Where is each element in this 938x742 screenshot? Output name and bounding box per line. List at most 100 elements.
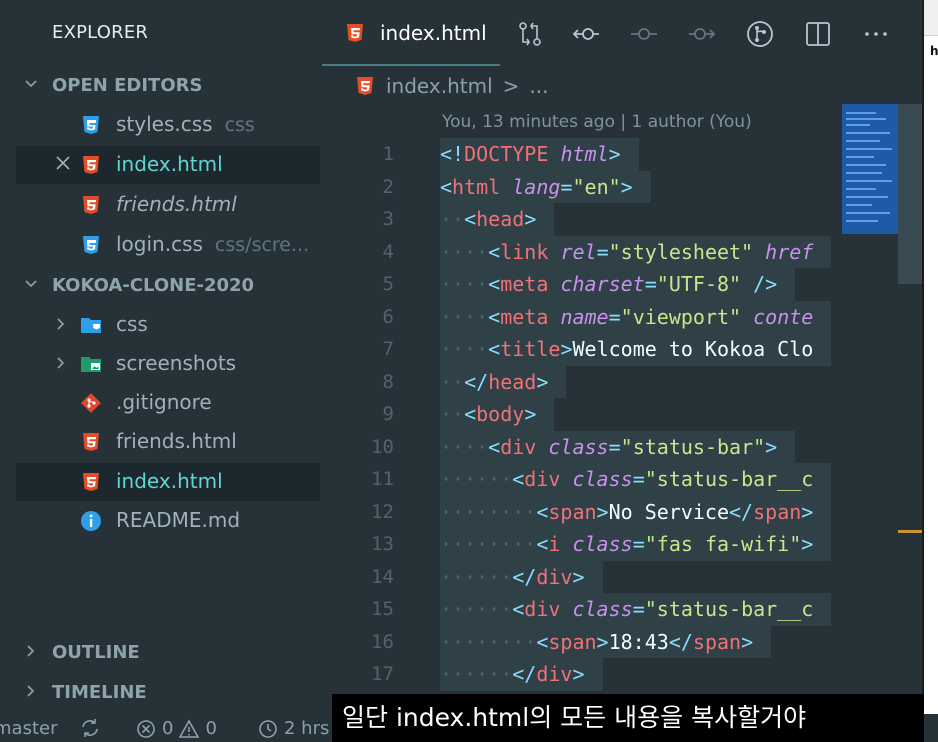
html5-icon [83, 156, 99, 174]
outline-header[interactable]: OUTLINE [24, 637, 140, 667]
code-line[interactable]: ··</head> [440, 365, 840, 398]
open-editors-header[interactable]: OPEN EDITORS [24, 70, 202, 100]
project-header[interactable]: KOKOA-CLONE-2020 [24, 270, 254, 300]
code-line[interactable]: ······</div> [440, 658, 840, 691]
html5-icon [347, 24, 363, 42]
close-icon[interactable] [54, 154, 72, 172]
sync-button[interactable] [80, 718, 100, 738]
error-icon [137, 719, 155, 738]
tree-item-name: .gitignore [116, 390, 212, 414]
chevron-right-icon [57, 318, 65, 330]
tree-item-gitignore[interactable]: .gitignore [16, 384, 320, 422]
info-icon [81, 511, 101, 531]
code-line[interactable]: ········<span>18:43</span> [440, 625, 840, 658]
code-line[interactable]: ··<body> [440, 398, 840, 431]
code-line[interactable]: ····<meta charset="UTF-8" /> [440, 268, 840, 301]
line-number: 14 [371, 565, 394, 588]
branch-name: master [0, 718, 58, 739]
code-line[interactable]: ········<span>No Service</span> [440, 495, 840, 528]
error-count: 0 [162, 718, 174, 739]
tree-item-screenshots[interactable]: screenshots [16, 345, 320, 383]
breadcrumb[interactable]: index.html > ... [354, 74, 548, 98]
branch-indicator[interactable]: master [0, 718, 57, 739]
breadcrumb-separator: > [502, 74, 520, 98]
line-number: 13 [371, 533, 394, 555]
outline-label: OUTLINE [52, 641, 140, 663]
line-number: 4 [382, 240, 394, 263]
open-editor-desc: css [224, 114, 255, 136]
split-editor-icon[interactable] [804, 20, 832, 48]
tree-item-friends-html[interactable]: friends.html [16, 423, 320, 461]
more-actions-icon[interactable] [862, 20, 890, 48]
open-editor-item-friends-html[interactable]: friends.html [16, 186, 320, 224]
line-number: 5 [382, 273, 394, 295]
line-number: 8 [382, 370, 394, 393]
open-editor-name: login.css [116, 232, 203, 256]
tab-index-html[interactable]: index.html [322, 0, 500, 66]
line-number: 12 [371, 500, 394, 523]
sync-icon [82, 719, 98, 737]
breadcrumb-more[interactable]: ... [529, 74, 548, 98]
git-history-indicator[interactable]: 2 hrs [258, 718, 329, 739]
background-window[interactable]: he [922, 0, 938, 714]
problems-indicator[interactable]: 0 0 [136, 718, 217, 739]
timeline-header[interactable]: TIMELINE [24, 677, 147, 707]
code-content[interactable]: <!DOCTYPE html> <html lang="en"> ··<head… [440, 138, 840, 698]
code-line[interactable]: ····<link rel="stylesheet" href [440, 235, 840, 268]
git-icon [81, 393, 101, 413]
open-editor-name: index.html [116, 152, 223, 176]
open-editor-name: friends.html [116, 192, 237, 216]
code-line[interactable]: ······<div class="status-bar__c [440, 593, 840, 626]
open-editor-item-index-html[interactable]: index.html [16, 146, 320, 184]
code-line[interactable]: ····<title>Welcome to Kokoa Clo [440, 333, 840, 366]
line-number-gutter: 1 2 3 4 5 6 7 8 9 10 11 12 13 14 15 16 17 [322, 138, 394, 691]
code-line[interactable]: ····<meta name="viewport" conte [440, 300, 840, 333]
open-changes-icon[interactable] [516, 20, 544, 48]
background-window-text: he [930, 44, 938, 58]
code-line[interactable]: ··<head> [440, 203, 840, 236]
folder-css-icon [81, 318, 101, 333]
code-line[interactable]: <html lang="en"> [440, 170, 840, 203]
open-editors-label: OPEN EDITORS [52, 74, 203, 96]
open-editor-item-styles-css[interactable]: styles.css css [16, 106, 320, 144]
chevron-right-icon [24, 682, 52, 703]
tree-item-css[interactable]: css [16, 306, 320, 344]
code-line[interactable]: <!DOCTYPE html> [440, 138, 840, 171]
tree-item-readme[interactable]: README.md [16, 502, 320, 540]
git-blame-annotation[interactable]: You, 13 minutes ago | 1 author (You) [442, 112, 752, 132]
open-editor-item-login-css[interactable]: login.css css/scre... [16, 226, 320, 264]
code-line[interactable]: ········<i class="fas fa-wifi"> [440, 528, 840, 561]
tree-item-index-html[interactable]: index.html [16, 463, 320, 501]
breadcrumb-file[interactable]: index.html [386, 74, 493, 98]
line-number: 2 [382, 175, 394, 198]
line-number: 15 [371, 598, 394, 620]
background-window-titlebar [924, 0, 938, 36]
tab-label: index.html [380, 21, 487, 45]
history-time: 2 hrs [284, 718, 330, 739]
scrollbar-change-marker [898, 530, 922, 533]
tree-item-name: screenshots [116, 351, 237, 375]
line-number: 10 [371, 435, 394, 458]
line-number: 3 [382, 208, 394, 230]
explorer-title: EXPLORER [52, 22, 149, 43]
vertical-scrollbar[interactable] [898, 104, 922, 284]
tree-item-name: friends.html [116, 429, 237, 453]
minimap[interactable] [842, 104, 898, 234]
gitlens-icon[interactable] [746, 20, 774, 48]
explorer-sidebar: EXPLORER OPEN EDITORS styles.css css inde… [0, 0, 322, 714]
line-number: 17 [371, 663, 394, 685]
chevron-down-icon [24, 75, 52, 96]
code-line[interactable]: ····<div class="status-bar"> [440, 430, 840, 463]
next-change-icon[interactable] [688, 20, 716, 48]
commit-icon[interactable] [630, 20, 658, 48]
warning-count: 0 [205, 718, 217, 739]
open-editor-desc: css/scre... [214, 234, 310, 256]
editor-area: index.html index.html > ... You, 13 minu… [322, 0, 938, 714]
css3-icon [83, 236, 99, 254]
code-line[interactable]: ······</div> [440, 560, 840, 593]
tree-item-name: README.md [116, 508, 241, 532]
code-line[interactable]: ······<div class="status-bar__c [440, 463, 840, 496]
chevron-right-icon [57, 357, 65, 369]
previous-change-icon[interactable] [572, 20, 600, 48]
html5-icon [83, 473, 99, 491]
